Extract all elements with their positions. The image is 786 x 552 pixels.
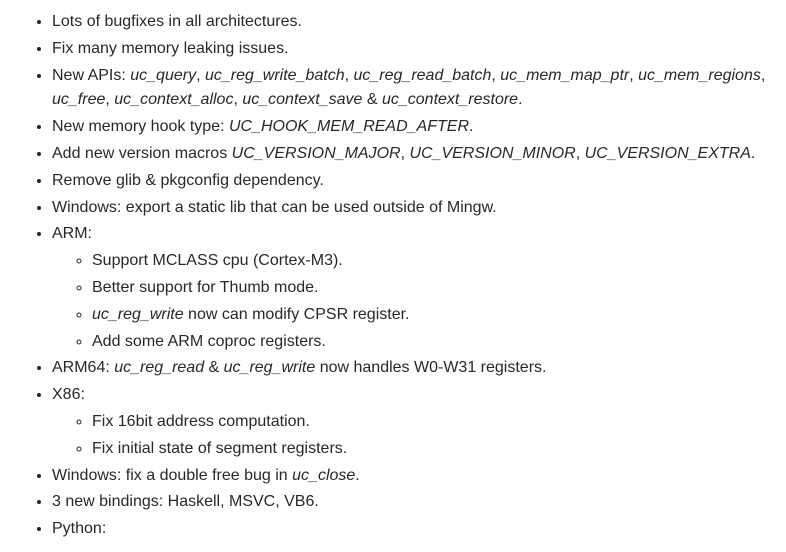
item-text: Add some ARM coproc registers. [92, 333, 326, 350]
item-text: Lots of bugfixes in all architectures. [52, 13, 302, 30]
changelog-item: Windows: fix a double free bug in uc_clo… [52, 464, 766, 489]
api-name: uc_query [130, 67, 196, 84]
api-name: uc_reg_read [114, 359, 204, 376]
item-text: now can modify CPSR register. [184, 306, 410, 323]
item-text: . [751, 145, 755, 162]
changelog-item: Fix initial state of segment registers. [92, 437, 766, 462]
changelog-item: Lots of bugfixes in all architectures. [52, 10, 766, 35]
item-text: now handles W0-W31 registers. [315, 359, 546, 376]
item-text: Windows: export a static lib that can be… [52, 199, 497, 216]
api-name: UC_VERSION_MAJOR [232, 145, 401, 162]
changelog-item: Support MCLASS cpu (Cortex-M3). [92, 249, 766, 274]
api-name: UC_VERSION_EXTRA [585, 145, 751, 162]
item-text: Windows: fix a double free bug in [52, 467, 292, 484]
changelog-sublist: Fix 16bit address computation. Fix initia… [52, 410, 766, 462]
api-name: UC_HOOK_MEM_READ_AFTER [229, 118, 469, 135]
changelog-item: ARM:Support MCLASS cpu (Cortex-M3). Bette… [52, 222, 766, 354]
changelog-item: Fix 16bit address computation. [92, 410, 766, 435]
changelog-item: Remove glib & pkgconfig dependency. [52, 169, 766, 194]
item-text: . [355, 467, 359, 484]
item-text: X86: [52, 386, 85, 403]
item-text: ARM64: [52, 359, 114, 376]
item-text: & [204, 359, 224, 376]
changelog-item: X86: Fix 16bit address computation. Fix in… [52, 383, 766, 461]
api-name: uc_reg_write [92, 306, 184, 323]
changelog-item: Add new version macros UC_VERSION_MAJOR,… [52, 142, 766, 167]
api-name: uc_context_alloc [114, 91, 233, 108]
changelog-item: New memory hook type: UC_HOOK_MEM_READ_A… [52, 115, 766, 140]
item-text: 3 new bindings: Haskell, MSVC, VB6. [52, 493, 319, 510]
item-text: ARM: [52, 225, 92, 242]
api-name: uc_mem_map_ptr [500, 67, 629, 84]
changelog-list: Lots of bugfixes in all architectures. Fi… [20, 10, 766, 542]
api-name: uc_context_restore [382, 91, 518, 108]
changelog-item: New APIs: uc_query, uc_reg_write_batch, … [52, 64, 766, 114]
api-name: uc_reg_write_batch [205, 67, 345, 84]
api-name: uc_reg_write [224, 359, 316, 376]
item-text: Fix many memory leaking issues. [52, 40, 289, 57]
item-text: New memory hook type: [52, 118, 229, 135]
item-text: Python: [52, 520, 106, 537]
api-name: uc_close [292, 467, 355, 484]
item-text: . [469, 118, 473, 135]
changelog-item: Windows: export a static lib that can be… [52, 196, 766, 221]
item-text: , [576, 145, 585, 162]
api-name: uc_context_save [242, 91, 362, 108]
changelog-item: ARM64: uc_reg_read & uc_reg_write now ha… [52, 356, 766, 381]
changelog-item: Better support for Thumb mode. [92, 276, 766, 301]
changelog-item: 3 new bindings: Haskell, MSVC, VB6. [52, 490, 766, 515]
api-name: UC_VERSION_MINOR [409, 145, 575, 162]
item-text: Support MCLASS cpu (Cortex-M3). [92, 252, 343, 269]
changelog-item: Fix many memory leaking issues. [52, 37, 766, 62]
item-text: Better support for Thumb mode. [92, 279, 318, 296]
item-text: New APIs: [52, 67, 130, 84]
api-name: uc_mem_regions [638, 67, 761, 84]
changelog-item: Python: [52, 517, 766, 542]
changelog-item: Add some ARM coproc registers. [92, 330, 766, 355]
changelog-item: uc_reg_write now can modify CPSR registe… [92, 303, 766, 328]
changelog-sublist: Support MCLASS cpu (Cortex-M3). Better su… [52, 249, 766, 354]
item-text: Remove glib & pkgconfig dependency. [52, 172, 324, 189]
item-text: Fix initial state of segment registers. [92, 440, 347, 457]
item-text: Add new version macros [52, 145, 232, 162]
item-text: Fix 16bit address computation. [92, 413, 310, 430]
api-name: uc_reg_read_batch [354, 67, 492, 84]
api-name: uc_free [52, 91, 105, 108]
